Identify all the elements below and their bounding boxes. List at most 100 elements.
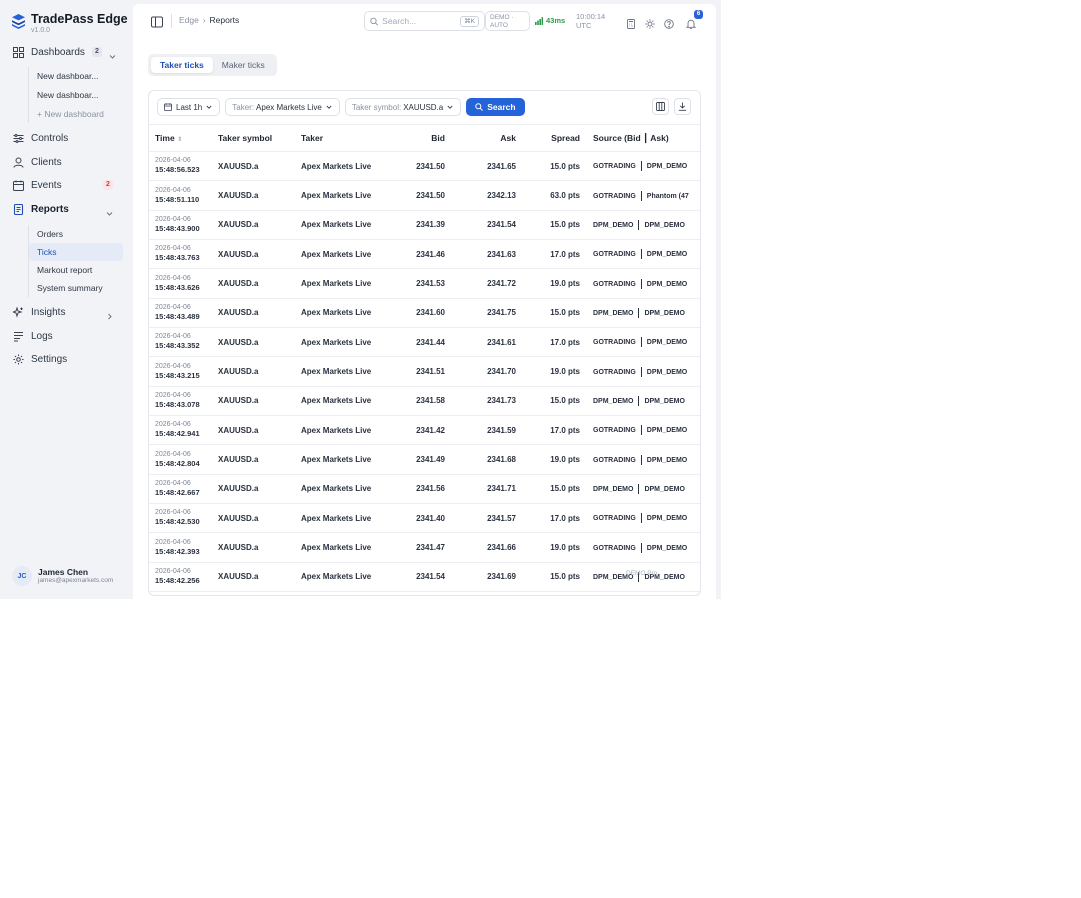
nav-dashboards[interactable]: Dashboards <box>13 44 85 60</box>
search-button[interactable]: Search <box>466 98 525 116</box>
table-row[interactable]: 2026-04-06 15:48:51.110 XAUUSD.a Apex Ma… <box>149 180 700 211</box>
cell-timestamp: 15:48:42.804 <box>155 458 200 468</box>
nav-clients-label: Clients <box>31 156 62 168</box>
table-row[interactable]: 2026-04-06 15:48:43.489 XAUUSD.a Apex Ma… <box>149 298 700 329</box>
cell-bid: 2341.44 <box>394 327 445 358</box>
taker-select[interactable]: Taker: Apex Markets Live <box>225 98 340 116</box>
columns-icon <box>656 102 665 111</box>
cell-taker: Apex Markets Live <box>301 327 394 358</box>
user-profile[interactable]: JC James Chen james@apexmarkets.com <box>12 566 113 586</box>
source-divider <box>640 542 642 553</box>
cell-source-ask: DPM_DEMO <box>644 397 685 405</box>
clock-zone: UTC <box>576 21 592 30</box>
nav-clients[interactable]: Clients <box>13 154 62 170</box>
table-row[interactable]: 2026-04-06 15:48:42.667 XAUUSD.a Apex Ma… <box>149 474 700 505</box>
cell-timestamp: 15:48:43.763 <box>155 253 200 263</box>
sort-icon[interactable]: ⇕ <box>177 137 182 143</box>
cell-ask: 2341.73 <box>445 386 516 417</box>
dashboard-item-1[interactable]: New dashboar... <box>29 67 123 85</box>
cell-taker: Apex Markets Live <box>301 239 394 270</box>
cell-date: 2026-04-06 <box>155 333 191 341</box>
nav-controls[interactable]: Controls <box>13 130 68 146</box>
chevron-down-icon[interactable] <box>105 205 114 216</box>
chevron-right-icon[interactable] <box>105 308 114 320</box>
table-row[interactable]: 2026-04-06 15:48:42.530 XAUUSD.a Apex Ma… <box>149 503 700 534</box>
cell-bid: 2341.54 <box>394 562 445 593</box>
report-item-system-summary[interactable]: System summary <box>29 279 123 297</box>
cell-symbol: XAUUSD.a <box>218 356 301 387</box>
report-item-ticks[interactable]: Ticks <box>29 243 123 261</box>
cell-bid: 2341.53 <box>394 268 445 299</box>
time-range-select[interactable]: Last 1h <box>157 98 221 116</box>
cell-taker: Apex Markets Live <box>301 356 394 387</box>
cell-timestamp: 15:48:43.489 <box>155 311 200 321</box>
columns-button[interactable] <box>652 98 669 115</box>
table-row[interactable]: 2026-04-06 15:48:56.523 XAUUSD.a Apex Ma… <box>149 151 700 182</box>
cell-time: 2026-04-06 15:48:42.804 <box>149 444 218 475</box>
source-divider <box>640 161 642 172</box>
help-icon[interactable] <box>664 16 674 29</box>
col-symbol-header: Taker symbol <box>218 124 301 152</box>
cell-source-bid: GOTRADING <box>593 280 636 288</box>
sparkles-icon <box>13 306 24 318</box>
calculator-icon[interactable] <box>626 16 636 29</box>
taker-symbol-select[interactable]: Taker symbol: XAUUSD.a <box>344 98 462 116</box>
brand-logo-icon <box>12 14 25 29</box>
new-dashboard-link[interactable]: + New dashboard <box>29 105 123 123</box>
nav-settings[interactable]: Settings <box>13 351 67 367</box>
cell-source-ask: DPM_DEMO <box>646 544 688 552</box>
cell-source-bid: GOTRADING <box>593 368 636 376</box>
table-body: 2026-04-06 15:48:56.523 XAUUSD.a Apex Ma… <box>149 151 700 593</box>
col-time-header[interactable]: Time ⇕ <box>149 124 218 152</box>
cell-time: 2026-04-06 15:48:43.078 <box>149 386 218 417</box>
taker-select-label: Taker: <box>232 102 255 112</box>
search-input[interactable] <box>382 16 461 26</box>
mode-indicator[interactable]: DEMO · AUTO <box>485 11 530 31</box>
source-divider <box>638 307 640 318</box>
demo-watermark: DEMO Pro <box>626 570 658 577</box>
cell-ask: 2341.59 <box>445 415 516 446</box>
cell-spread: 19.0 pts <box>516 268 580 299</box>
table-row[interactable]: 2026-04-06 15:48:43.626 XAUUSD.a Apex Ma… <box>149 268 700 299</box>
tab-taker-ticks[interactable]: Taker ticks <box>151 57 213 73</box>
cell-spread: 17.0 pts <box>516 327 580 358</box>
sidebar-toggle-icon[interactable] <box>151 15 163 28</box>
nav-reports[interactable]: Reports <box>13 201 69 217</box>
nav-insights[interactable]: Insights <box>13 304 65 320</box>
cell-spread: 19.0 pts <box>516 444 580 475</box>
cell-source-ask: DPM_DEMO <box>644 485 685 493</box>
taker-symbol-value: XAUUSD.a <box>403 102 444 112</box>
table-row[interactable]: 2026-04-06 15:48:43.900 XAUUSD.a Apex Ma… <box>149 210 700 241</box>
app-shell: TradePass Edge v1.0.0 Dashboards 2 New d… <box>0 0 721 599</box>
table-row[interactable]: 2026-04-06 15:48:42.256 XAUUSD.a Apex Ma… <box>149 562 700 593</box>
tab-maker-ticks[interactable]: Maker ticks <box>213 57 274 73</box>
table-row[interactable]: 2026-04-06 15:48:43.352 XAUUSD.a Apex Ma… <box>149 327 700 358</box>
chevron-down-icon[interactable] <box>108 48 117 59</box>
cell-source: GOTRADING DPM_DEMO <box>580 532 700 563</box>
source-divider <box>640 366 642 377</box>
col-source-header: Source (Bid ┃ Ask) <box>580 124 700 152</box>
report-item-orders[interactable]: Orders <box>29 225 123 243</box>
download-button[interactable] <box>674 98 691 115</box>
cell-taker: Apex Markets Live <box>301 503 394 534</box>
nav-settings-label: Settings <box>31 353 68 365</box>
table-row[interactable]: 2026-04-06 15:48:43.763 XAUUSD.a Apex Ma… <box>149 239 700 270</box>
breadcrumb-root[interactable]: Edge <box>179 15 199 25</box>
cell-taker: Apex Markets Live <box>301 151 394 182</box>
report-item-markout[interactable]: Markout report <box>29 261 123 279</box>
cell-source: DPM_DEMO DPM_DEMO <box>580 298 700 329</box>
table-row[interactable]: 2026-04-06 15:48:42.941 XAUUSD.a Apex Ma… <box>149 415 700 446</box>
sun-icon[interactable] <box>645 16 655 29</box>
global-search[interactable]: ⌘K <box>364 11 485 31</box>
cell-ask: 2341.54 <box>445 210 516 241</box>
cell-symbol: XAUUSD.a <box>218 562 301 593</box>
cell-bid: 2341.50 <box>394 180 445 211</box>
dashboard-item-2[interactable]: New dashboar... <box>29 86 123 104</box>
table-row[interactable]: 2026-04-06 15:48:42.804 XAUUSD.a Apex Ma… <box>149 444 700 475</box>
nav-events[interactable]: Events <box>13 177 62 193</box>
cell-source-ask: DPM_DEMO <box>644 309 685 317</box>
table-row[interactable]: 2026-04-06 15:48:43.078 XAUUSD.a Apex Ma… <box>149 386 700 417</box>
nav-logs[interactable]: Logs <box>13 328 53 344</box>
table-row[interactable]: 2026-04-06 15:48:43.215 XAUUSD.a Apex Ma… <box>149 356 700 387</box>
table-row[interactable]: 2026-04-06 15:48:42.393 XAUUSD.a Apex Ma… <box>149 532 700 563</box>
